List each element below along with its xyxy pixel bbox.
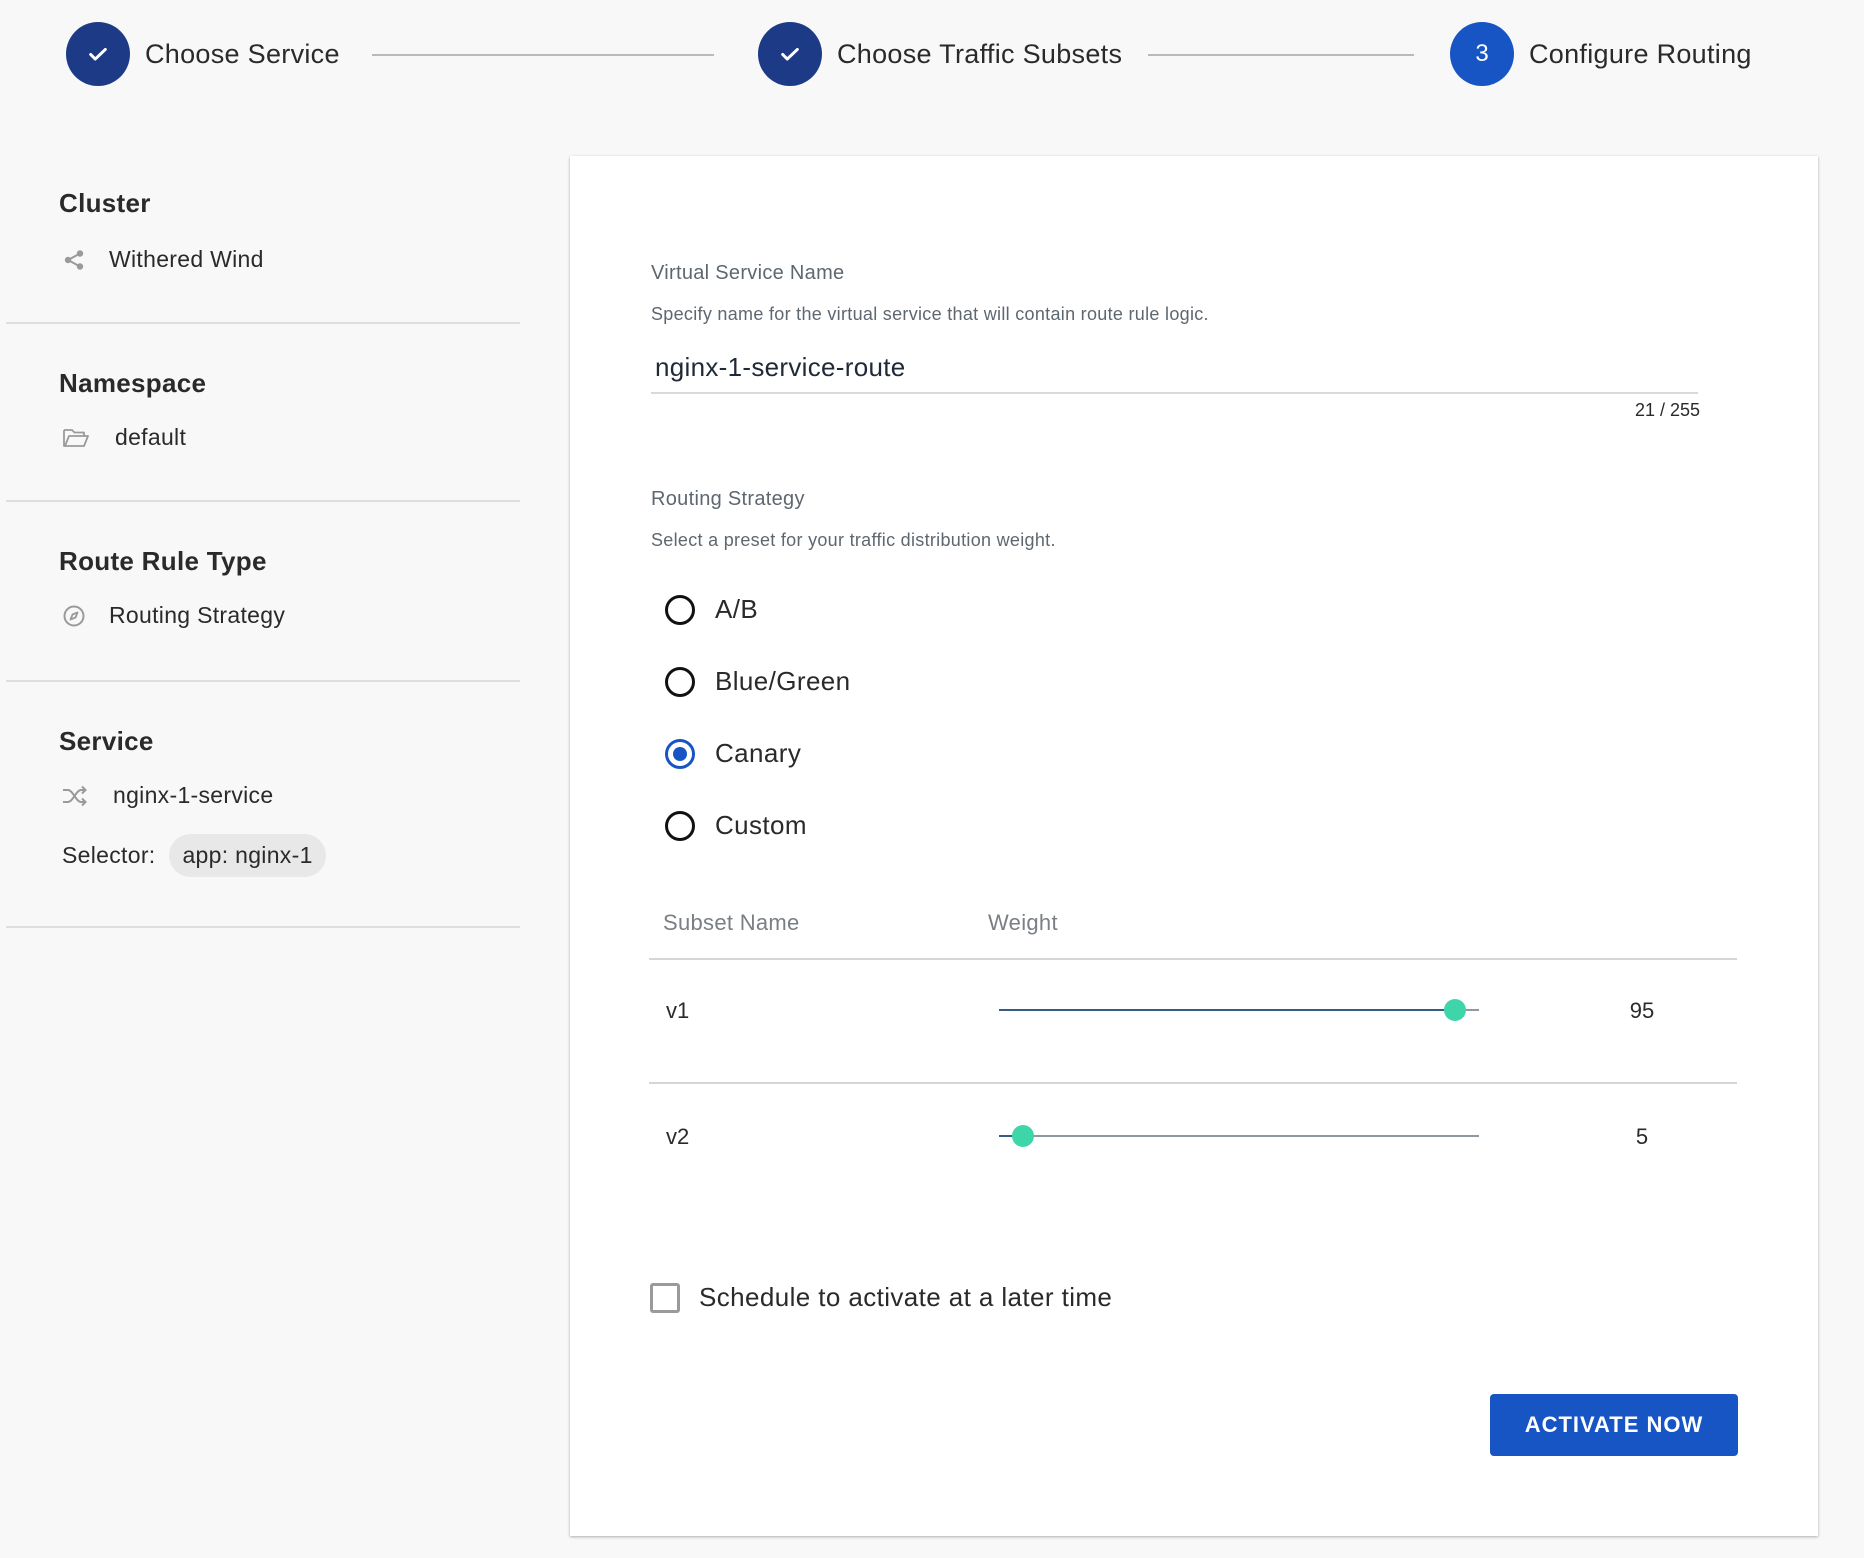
namespace-section: Namespace default	[6, 324, 520, 502]
radio-button-selected[interactable]	[665, 738, 695, 769]
step-complete-check-icon	[66, 22, 130, 86]
step-label: Configure Routing	[1529, 38, 1752, 69]
radio-option-blue-green[interactable]: Blue/Green	[665, 666, 851, 697]
slider-track	[999, 1135, 1479, 1137]
radio-button[interactable]	[665, 666, 695, 697]
schedule-label: Schedule to activate at a later time	[699, 1282, 1113, 1312]
subset-row-v2: v2 5	[649, 1084, 1737, 1208]
column-header-subset-name: Subset Name	[663, 910, 800, 935]
step-connector	[372, 54, 714, 56]
route-rule-type-value: Routing Strategy	[109, 602, 286, 628]
routing-strategy-help: Select a preset for your traffic distrib…	[651, 530, 1056, 550]
share-icon	[61, 247, 87, 273]
namespace-title: Namespace	[59, 368, 207, 398]
slider-thumb[interactable]	[1012, 1125, 1034, 1147]
configure-routing-card: Virtual Service Name Specify name for th…	[570, 156, 1818, 1536]
subset-table-header: Subset Name Weight	[649, 910, 1737, 960]
step-label: Choose Service	[145, 38, 340, 69]
step-connector	[1148, 54, 1414, 56]
virtual-service-name-help: Specify name for the virtual service tha…	[651, 304, 1209, 324]
subset-weight-value: 95	[1629, 998, 1655, 1023]
service-title: Service	[59, 726, 154, 756]
slider-thumb[interactable]	[1444, 999, 1466, 1021]
service-name: nginx-1-service	[113, 782, 274, 808]
virtual-service-name-input[interactable]	[651, 342, 1698, 394]
step-configure-routing[interactable]: 3 Configure Routing	[1450, 22, 1752, 86]
step-choose-service[interactable]: Choose Service	[66, 22, 340, 86]
shuffle-icon	[61, 783, 89, 809]
selector-row: Selector: app: nginx-1	[62, 834, 326, 877]
namespace-name: default	[115, 424, 187, 450]
compass-icon	[61, 603, 87, 629]
step-complete-check-icon	[758, 22, 822, 86]
selector-label: Selector:	[62, 842, 156, 868]
virtual-service-name-label: Virtual Service Name	[651, 262, 845, 284]
subset-weight-value: 5	[1635, 1124, 1649, 1149]
route-rule-type-title: Route Rule Type	[59, 546, 267, 576]
subset-name: v1	[666, 998, 690, 1023]
radio-label: Custom	[715, 810, 807, 840]
character-counter: 21 / 255	[1634, 400, 1700, 420]
selector-chip: app: nginx-1	[169, 834, 326, 877]
route-rule-type-row: Routing Strategy	[61, 602, 285, 629]
radio-button[interactable]	[665, 810, 695, 841]
activate-now-button[interactable]: ACTIVATE NOW	[1490, 1394, 1738, 1456]
radio-option-ab[interactable]: A/B	[665, 594, 758, 625]
weight-slider[interactable]	[999, 996, 1479, 1026]
schedule-option[interactable]: Schedule to activate at a later time	[650, 1282, 1112, 1313]
slider-fill	[999, 1009, 1455, 1011]
service-row: nginx-1-service	[61, 782, 273, 809]
cluster-row: Withered Wind	[61, 246, 264, 273]
step-choose-traffic-subsets[interactable]: Choose Traffic Subsets	[758, 22, 1122, 86]
cluster-section: Cluster Withered Wind	[6, 150, 520, 324]
cluster-title: Cluster	[59, 188, 151, 218]
subset-name: v2	[666, 1124, 690, 1149]
radio-label: A/B	[715, 594, 759, 624]
column-header-weight: Weight	[988, 910, 1058, 935]
weight-slider[interactable]	[999, 1122, 1479, 1152]
namespace-row: default	[61, 424, 186, 451]
subset-row-v1: v1 95	[649, 958, 1737, 1084]
stepper: Choose Service Choose Traffic Subsets 3 …	[0, 0, 1864, 110]
radio-option-custom[interactable]: Custom	[665, 810, 807, 841]
radio-label: Blue/Green	[715, 666, 851, 696]
cluster-name: Withered Wind	[109, 246, 264, 272]
radio-option-canary[interactable]: Canary	[665, 738, 801, 769]
radio-button[interactable]	[665, 594, 695, 625]
route-rule-type-section: Route Rule Type Routing Strategy	[6, 502, 520, 682]
service-section: Service nginx-1-service Selector: app: n…	[6, 682, 520, 928]
radio-label: Canary	[715, 738, 802, 768]
schedule-checkbox[interactable]	[650, 1282, 680, 1313]
step-label: Choose Traffic Subsets	[837, 38, 1123, 69]
folder-open-icon	[61, 425, 91, 451]
routing-strategy-label: Routing Strategy	[651, 488, 805, 510]
step-number: 3	[1450, 22, 1514, 86]
